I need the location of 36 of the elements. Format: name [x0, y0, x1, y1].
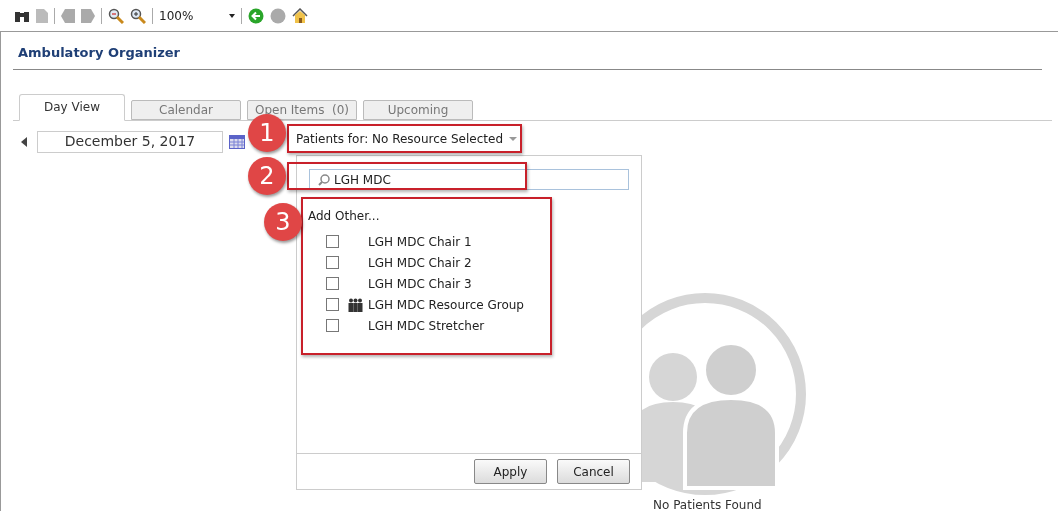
- checkbox[interactable]: [326, 298, 339, 311]
- calendar-icon[interactable]: [229, 134, 245, 149]
- page-back-icon[interactable]: [61, 8, 75, 23]
- patients-for-dropdown[interactable]: Patients for: No Resource Selected: [296, 130, 517, 148]
- tab[interactable]: Open Items (0): [247, 99, 357, 120]
- tab[interactable]: Upcoming: [363, 99, 473, 120]
- search-icon: [318, 173, 330, 186]
- tab[interactable]: Day View: [19, 93, 125, 121]
- list-heading: Add Other...: [308, 208, 381, 225]
- callout-number: 3: [264, 203, 302, 241]
- checkbox[interactable]: [326, 235, 339, 248]
- resource-option[interactable]: LGH MDC Chair 2: [326, 252, 472, 273]
- tab[interactable]: Calendar: [131, 99, 241, 120]
- previous-day-icon[interactable]: [21, 136, 27, 147]
- home-icon[interactable]: [292, 7, 308, 24]
- page-forward-icon[interactable]: [81, 8, 95, 23]
- checkbox[interactable]: [326, 277, 339, 290]
- search-field[interactable]: LGH MDC: [309, 169, 629, 190]
- date-field[interactable]: December 5, 2017: [37, 130, 223, 153]
- zoom-in-icon[interactable]: [130, 7, 146, 24]
- checkbox[interactable]: [326, 256, 339, 269]
- resource-option[interactable]: LGH MDC Resource Group: [326, 294, 524, 315]
- dialog-button[interactable]: Apply: [474, 459, 547, 484]
- checkbox[interactable]: [326, 319, 339, 332]
- callout-number: 2: [248, 157, 286, 195]
- callout-number: 1: [248, 114, 286, 152]
- page-title: Ambulatory Organizer: [17, 44, 181, 62]
- stop-icon[interactable]: [270, 7, 286, 24]
- zoom-out-icon[interactable]: [108, 7, 124, 24]
- zoom-select[interactable]: 100%: [159, 6, 235, 25]
- group-icon: [348, 297, 363, 312]
- resource-option[interactable]: LGH MDC Chair 1: [326, 231, 472, 252]
- resource-option[interactable]: LGH MDC Chair 3: [326, 273, 472, 294]
- resource-option[interactable]: LGH MDC Stretcher: [326, 315, 485, 336]
- dialog-button[interactable]: Cancel: [557, 459, 630, 484]
- empty-message: No Patients Found: [653, 497, 762, 511]
